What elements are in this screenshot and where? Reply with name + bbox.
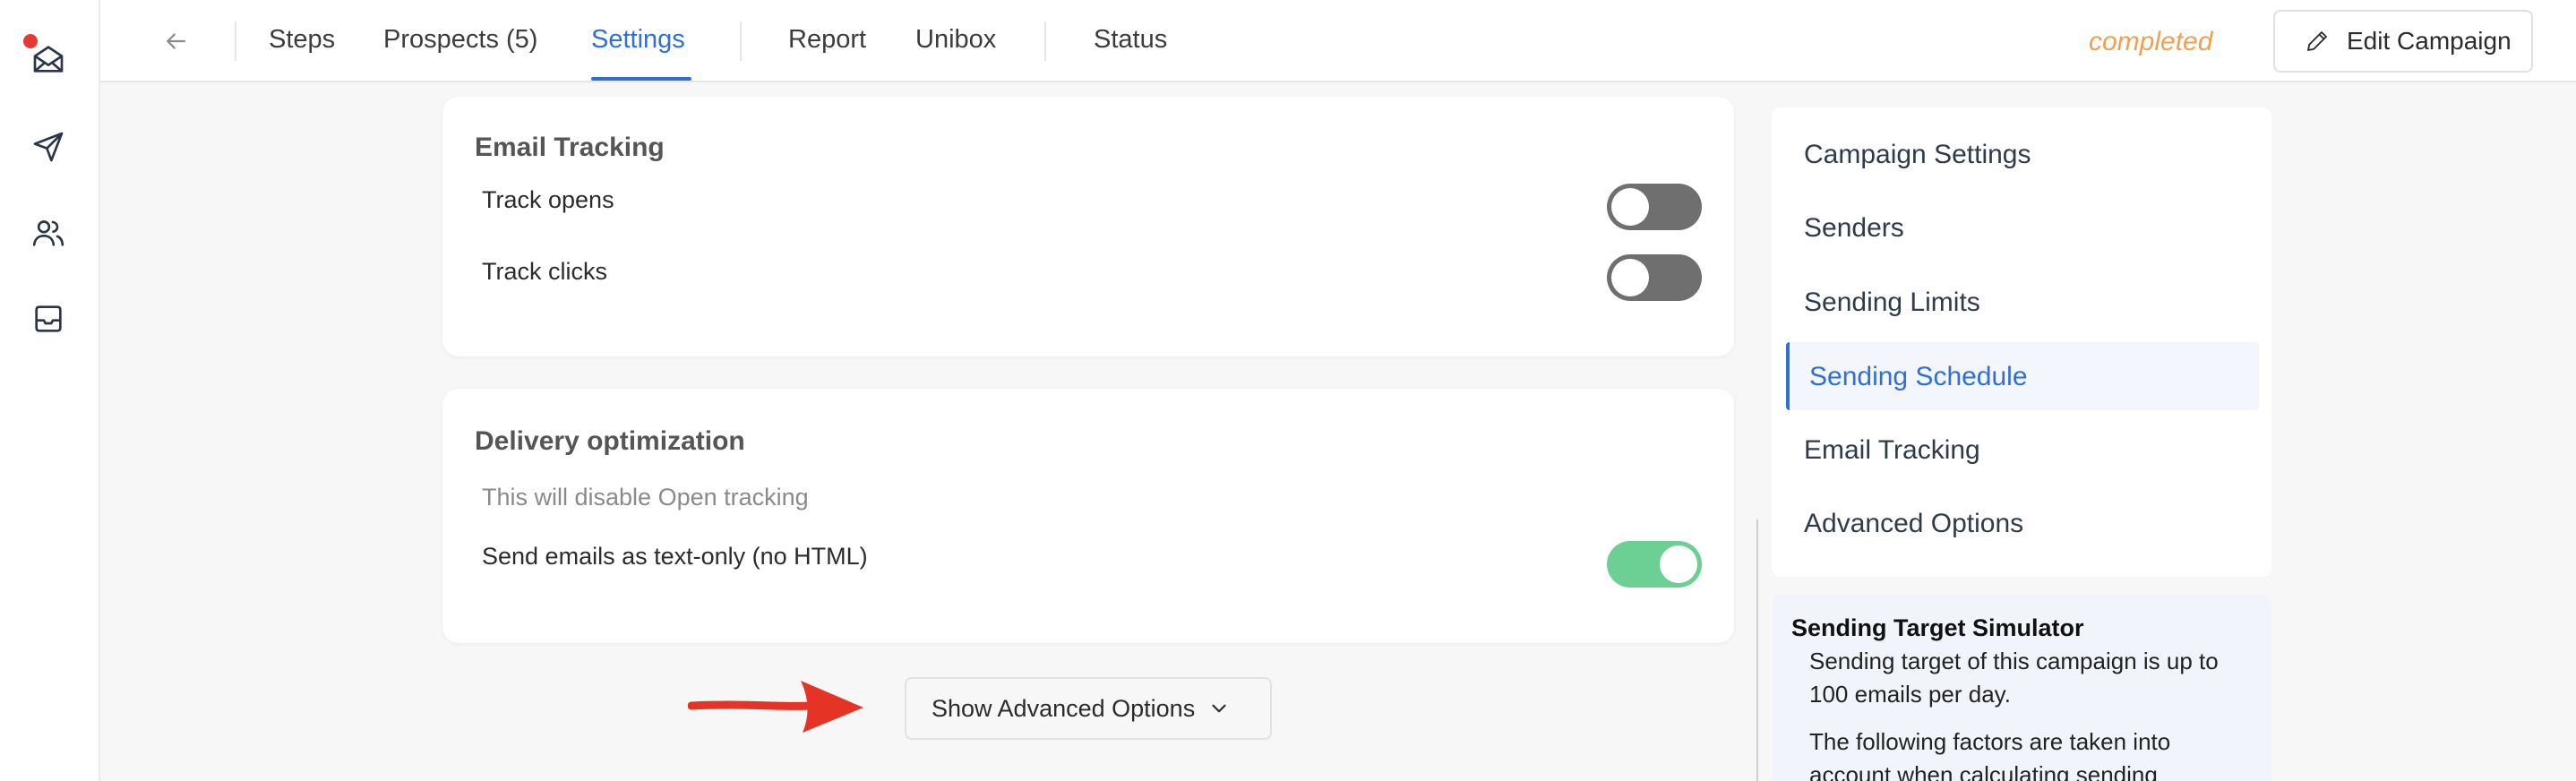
toggle-knob — [1611, 188, 1649, 226]
tab-report[interactable]: Report — [788, 25, 866, 55]
rail-item-inbox-mail[interactable] — [23, 34, 68, 79]
track-clicks-toggle[interactable] — [1607, 254, 1702, 301]
tab-prospects[interactable]: Prospects (5) — [383, 25, 537, 55]
text-only-toggle[interactable] — [1607, 541, 1702, 588]
side-nav-sending-limits[interactable]: Sending Limits — [1804, 288, 1980, 318]
campaign-status: completed — [2089, 27, 2213, 56]
side-nav-sending-schedule[interactable]: Sending Schedule — [1809, 362, 2028, 392]
inbox-icon — [35, 305, 62, 332]
tab-steps[interactable]: Steps — [269, 25, 335, 55]
back-button[interactable] — [158, 23, 193, 59]
simulator-title: Sending Target Simulator — [1791, 614, 2084, 641]
email-tracking-card: Email Tracking Track opens Track clicks — [442, 97, 1734, 356]
tab-settings[interactable]: Settings — [591, 25, 685, 55]
side-nav-advanced-options[interactable]: Advanced Options — [1804, 509, 2023, 539]
send-icon — [33, 132, 64, 162]
mail-open-icon — [33, 46, 64, 73]
simulator-target-text: Sending target of this campaign is up to… — [1809, 648, 2219, 708]
tab-status[interactable]: Status — [1094, 25, 1167, 55]
tab-divider — [740, 21, 742, 61]
top-navigation-bar: Steps Prospects (5) Settings Report Unib… — [100, 0, 2576, 82]
rail-item-send[interactable] — [29, 127, 68, 167]
side-nav-campaign-settings[interactable]: Campaign Settings — [1804, 140, 2031, 170]
side-nav-senders[interactable]: Senders — [1804, 213, 1904, 244]
tab-divider — [1044, 21, 1046, 61]
annotation-arrow-icon — [688, 681, 863, 733]
delivery-optimization-card: Delivery optimization This will disable … — [442, 389, 1734, 643]
users-icon — [32, 220, 64, 246]
rail-item-users[interactable] — [29, 213, 68, 253]
card-title: Delivery optimization — [475, 426, 745, 456]
text-only-hint: This will disable Open tracking — [482, 484, 809, 511]
settings-section-nav: Campaign Settings Senders Sending Limits… — [1772, 107, 2271, 577]
simulator-factors-text: The following factors are taken into acc… — [1809, 728, 2171, 781]
toggle-knob — [1611, 259, 1649, 296]
pencil-icon — [2307, 31, 2327, 51]
track-opens-toggle[interactable] — [1607, 184, 1702, 230]
chevron-down-icon — [1212, 704, 1226, 713]
panel-divider — [1756, 519, 1758, 781]
track-clicks-label: Track clicks — [482, 258, 607, 285]
toggle-knob — [1660, 545, 1697, 583]
notification-dot — [23, 34, 38, 48]
arrow-left-icon — [167, 33, 186, 49]
sending-target-simulator: Sending Target Simulator Sending target … — [1772, 595, 2271, 781]
tab-unibox[interactable]: Unibox — [915, 25, 996, 55]
tab-divider — [235, 21, 236, 61]
side-nav-email-tracking[interactable]: Email Tracking — [1804, 435, 1980, 466]
edit-campaign-button[interactable]: Edit Campaign — [2273, 10, 2533, 73]
active-tab-indicator — [591, 77, 691, 81]
show-advanced-options-label: Show Advanced Options — [932, 694, 1196, 722]
rail-item-inbox[interactable] — [29, 299, 68, 339]
text-only-label: Send emails as text-only (no HTML) — [482, 543, 868, 570]
show-advanced-options-button[interactable]: Show Advanced Options — [905, 677, 1272, 740]
card-title: Email Tracking — [475, 133, 665, 162]
edit-campaign-label: Edit Campaign — [2347, 27, 2512, 55]
track-opens-label: Track opens — [482, 186, 614, 213]
icon-rail — [0, 0, 100, 781]
